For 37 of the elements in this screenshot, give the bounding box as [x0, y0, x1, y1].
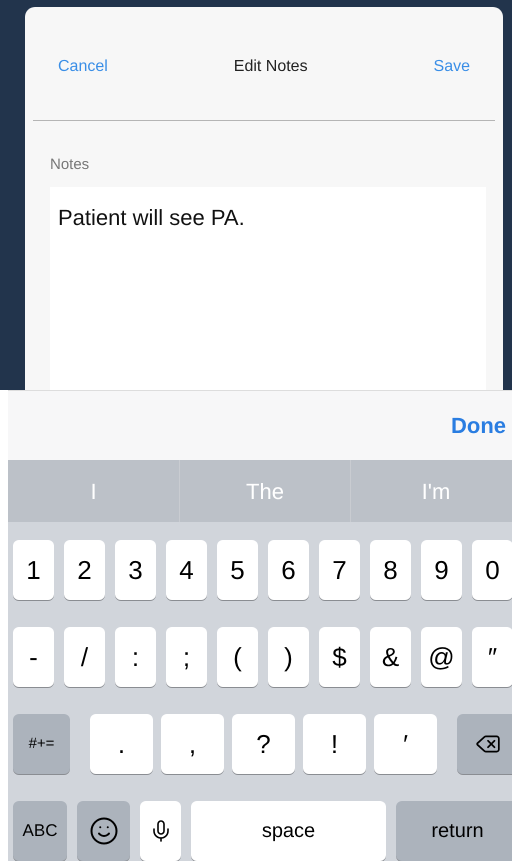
done-button[interactable]: Done — [451, 409, 506, 442]
key[interactable]: 1 — [13, 540, 54, 600]
key[interactable]: - — [13, 627, 54, 687]
notes-field[interactable]: Patient will see PA. — [50, 186, 486, 390]
key[interactable]: : — [115, 627, 156, 687]
key[interactable]: & — [370, 627, 411, 687]
notes-label: Notes — [50, 155, 90, 175]
key[interactable]: / — [64, 627, 105, 687]
key[interactable]: 8 — [370, 540, 411, 600]
return-key[interactable]: return — [396, 801, 512, 861]
key[interactable]: 5 — [217, 540, 258, 600]
key[interactable]: 3 — [115, 540, 156, 600]
key[interactable]: ( — [217, 627, 258, 687]
key[interactable]: ″ — [472, 627, 512, 687]
key[interactable]: . — [90, 714, 153, 774]
symbols-key[interactable]: #+= — [13, 714, 70, 774]
key[interactable]: 4 — [166, 540, 207, 600]
emoji-key[interactable] — [77, 801, 130, 861]
key[interactable]: 9 — [421, 540, 462, 600]
abc-key[interactable]: ABC — [13, 801, 67, 861]
key[interactable]: ! — [303, 714, 366, 774]
space-key[interactable]: space — [191, 801, 386, 861]
key[interactable]: 7 — [319, 540, 360, 600]
key[interactable]: $ — [319, 627, 360, 687]
key[interactable]: ) — [268, 627, 309, 687]
sheet-title: Edit Notes — [234, 57, 308, 77]
key[interactable]: , — [161, 714, 224, 774]
smiley-icon — [88, 816, 118, 846]
key[interactable]: ; — [166, 627, 207, 687]
key[interactable]: ′ — [374, 714, 437, 774]
backspace-key[interactable] — [457, 714, 512, 774]
key[interactable]: 2 — [64, 540, 105, 600]
dictation-key[interactable] — [140, 801, 181, 861]
key[interactable]: 6 — [268, 540, 309, 600]
key[interactable]: ? — [232, 714, 295, 774]
key[interactable]: 0 — [472, 540, 512, 600]
key[interactable]: @ — [421, 627, 462, 687]
